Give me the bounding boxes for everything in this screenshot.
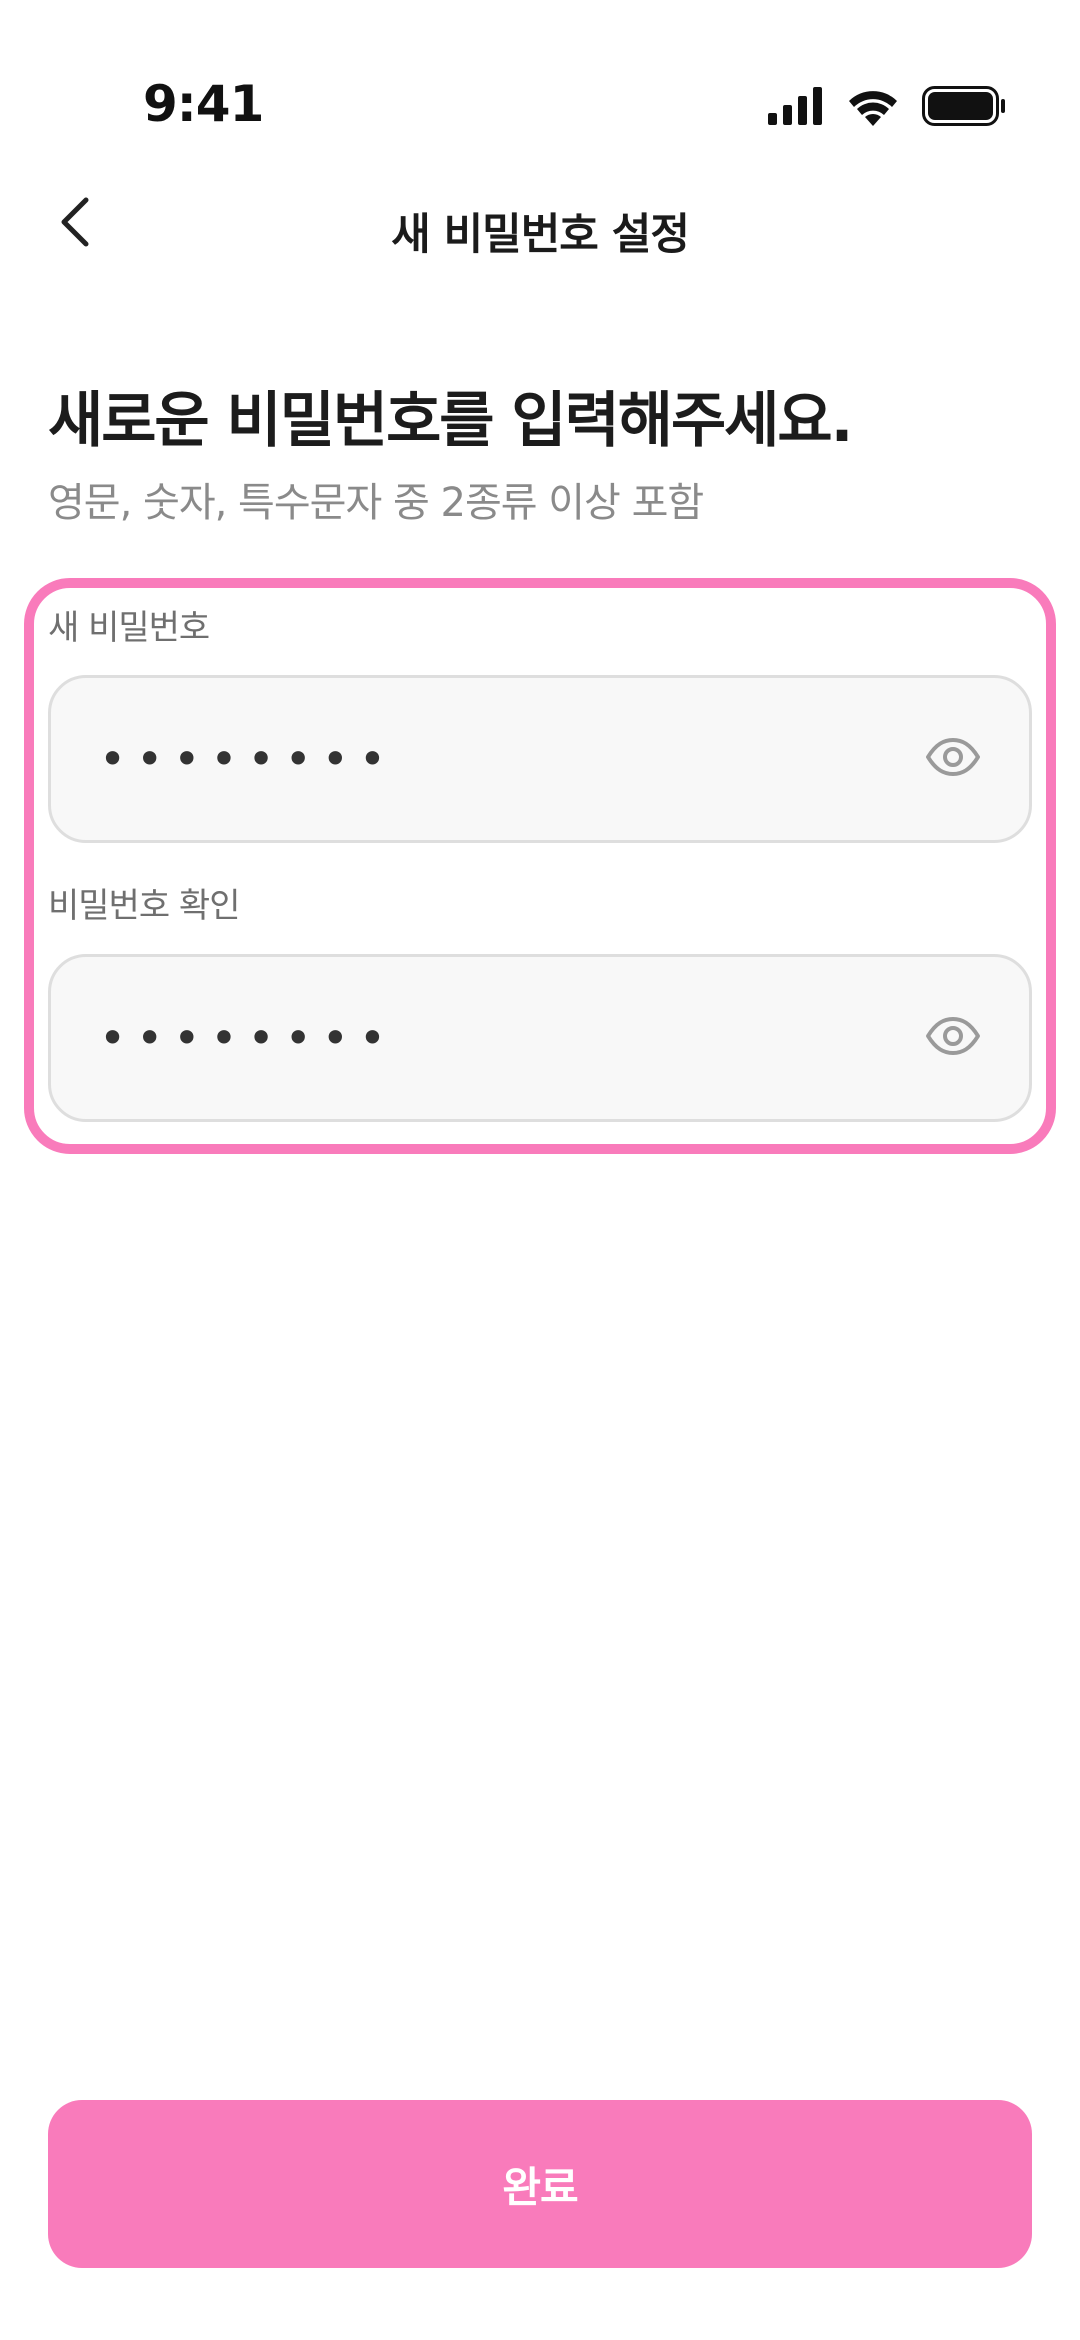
new-password-visibility-toggle[interactable] [921,727,985,791]
password-rule-hint: 영문, 숫자, 특수문자 중 2종류 이상 포함 [48,480,704,526]
confirm-password-label: 비밀번호 확인 [48,886,240,926]
eye-icon [925,1016,981,1060]
wifi-icon [846,86,900,130]
new-password-label: 새 비밀번호 [48,608,210,648]
cellular-signal-icon [768,87,824,129]
eye-icon [925,737,981,781]
submit-button[interactable]: 완료 [48,2100,1032,2268]
headline: 새로운 비밀번호를 입력해주세요. [48,386,853,456]
confirm-password-input[interactable] [99,957,899,1119]
new-password-input[interactable] [99,678,899,840]
confirm-password-visibility-toggle[interactable] [921,1006,985,1070]
page-title: 새 비밀번호 설정 [391,210,690,260]
confirm-password-field [48,954,1032,1122]
new-password-field [48,675,1032,843]
navigation-header: 새 비밀번호 설정 [0,170,1080,280]
battery-icon [922,86,1006,130]
status-icons [768,86,1006,130]
status-time: 9:41 [143,75,264,133]
